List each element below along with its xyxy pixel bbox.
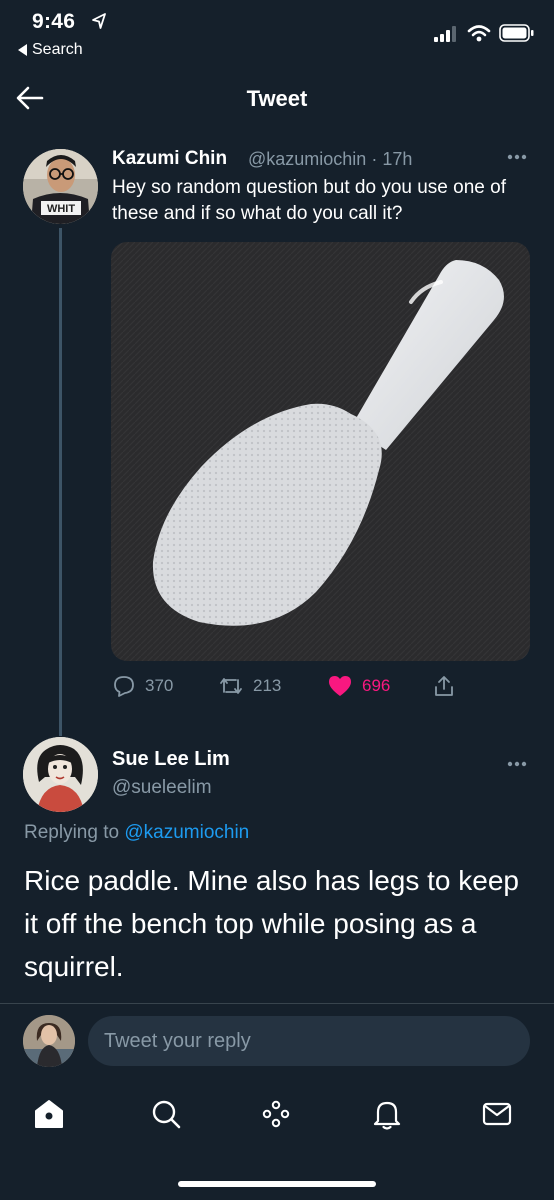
reply-more-options-icon[interactable] <box>503 757 531 771</box>
reply-author-name[interactable]: Sue Lee Lim <box>112 748 230 771</box>
back-to-search-link[interactable]: Search <box>18 41 83 59</box>
author-handle-time[interactable]: @kazumiochin · 17h <box>248 149 412 170</box>
sue-avatar[interactable] <box>23 737 98 812</box>
back-triangle-icon <box>18 44 27 56</box>
messages-icon[interactable] <box>479 1096 515 1132</box>
replying-to-mention[interactable]: @kazumiochin <box>124 822 249 843</box>
tweet-media-image[interactable] <box>111 242 530 661</box>
location-arrow-icon <box>92 13 106 29</box>
like-count: 696 <box>362 676 391 695</box>
reply-button[interactable]: 370 <box>112 674 173 698</box>
notifications-icon[interactable] <box>369 1096 405 1132</box>
home-indicator[interactable] <box>178 1181 376 1187</box>
search-icon[interactable] <box>148 1096 184 1132</box>
more-options-icon[interactable] <box>503 150 531 164</box>
cellular-signal-icon <box>434 26 456 42</box>
heart-filled-icon <box>329 676 351 696</box>
author-name[interactable]: Kazumi Chin <box>112 148 227 170</box>
spaces-icon[interactable] <box>258 1096 294 1132</box>
kazumi-avatar[interactable]: WHIT <box>23 149 98 224</box>
reply-tweet-text: Rice paddle. Mine also has legs to keep … <box>24 865 519 982</box>
compose-divider <box>0 1003 554 1004</box>
back-to-search-label: Search <box>32 41 83 58</box>
status-time: 9:46 <box>32 10 76 33</box>
reply-icon <box>114 676 134 697</box>
page-title: Tweet <box>246 86 308 111</box>
replying-to-prefix: Replying to <box>24 822 120 843</box>
share-icon <box>435 676 453 696</box>
reply-input[interactable] <box>88 1016 530 1066</box>
my-avatar[interactable] <box>23 1015 75 1067</box>
reply-author-handle[interactable]: @sueleelim <box>112 777 212 799</box>
retweet-icon <box>220 678 242 694</box>
retweet-count: 213 <box>253 676 282 695</box>
battery-icon <box>499 24 534 42</box>
wifi-icon <box>467 25 491 42</box>
reply-count: 370 <box>145 676 174 695</box>
home-icon[interactable] <box>31 1096 67 1132</box>
replying-to-line: Replying to @kazumiochin <box>24 822 249 844</box>
share-button[interactable] <box>432 674 456 698</box>
retweet-button[interactable]: 213 <box>218 674 281 698</box>
avatar-shirt-text: WHIT <box>47 203 75 215</box>
thread-connector-line <box>59 228 62 736</box>
like-button[interactable]: 696 <box>327 674 390 698</box>
tweet-text: Hey so random question but do you use on… <box>112 177 506 224</box>
